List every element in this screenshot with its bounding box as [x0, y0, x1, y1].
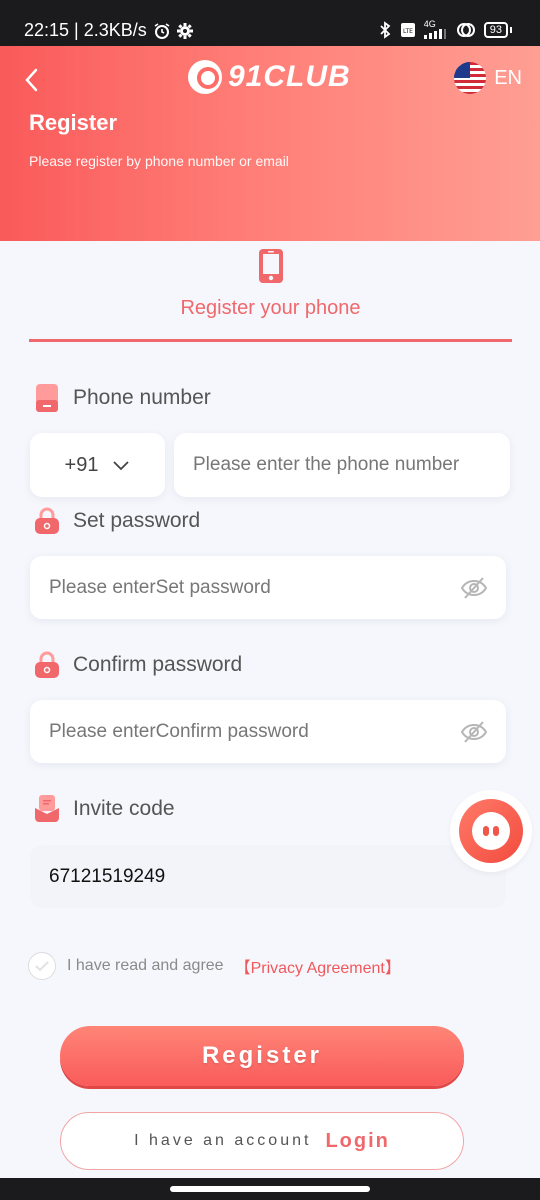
confirm-input-box — [30, 700, 506, 763]
password-input-box — [30, 556, 506, 619]
lock-icon — [35, 507, 59, 534]
chevron-left-icon — [25, 68, 38, 92]
have-account-text: I have an account — [134, 1132, 312, 1149]
phone-number-label-text: Phone number — [73, 386, 211, 409]
svg-text:LTE: LTE — [403, 28, 413, 35]
volte-icon: LTE — [400, 22, 416, 38]
lock-icon — [35, 651, 59, 678]
hotspot-icon — [456, 21, 476, 39]
alarm-icon — [153, 22, 171, 40]
country-code-select[interactable]: +91 — [30, 433, 165, 497]
invite-code-label-text: Invite code — [73, 797, 175, 820]
confirm-password-label: Confirm password — [33, 650, 242, 680]
status-time-speed: 22:15 | 2.3KB/s — [24, 20, 147, 40]
set-password-label-text: Set password — [73, 509, 201, 532]
eye-off-icon[interactable] — [460, 720, 488, 744]
settings-icon — [176, 22, 193, 39]
invite-input-box — [30, 845, 506, 908]
language-label: EN — [494, 66, 522, 89]
phone-input-box — [174, 433, 510, 497]
login-label: Login — [325, 1129, 390, 1152]
chat-face-icon — [472, 812, 510, 850]
phone-icon — [258, 249, 283, 283]
check-icon — [35, 961, 49, 972]
header: 91CLUB EN Register Please register by ph… — [0, 46, 540, 241]
invite-code-label: Invite code — [33, 794, 175, 824]
login-button[interactable]: I have an account Login — [60, 1112, 464, 1170]
network-type: 4G — [423, 19, 436, 29]
tab-label: Register your phone — [180, 297, 361, 319]
phone-number-input[interactable] — [193, 454, 510, 476]
brand-name: 91CLUB — [228, 60, 351, 93]
agree-text: I have read and agree — [67, 957, 224, 974]
agree-checkbox[interactable] — [28, 952, 56, 980]
set-password-input[interactable] — [49, 576, 460, 599]
register-button[interactable]: Register — [60, 1026, 464, 1086]
battery-tip — [510, 26, 512, 33]
phone-field-icon — [36, 384, 58, 412]
phone-number-label: Phone number — [33, 383, 211, 413]
back-button[interactable] — [20, 64, 44, 96]
battery-icon: 93 — [483, 21, 508, 38]
country-code-value: +91 — [64, 453, 99, 476]
logo-mark-icon — [188, 60, 222, 94]
eye-off-icon[interactable] — [460, 576, 488, 600]
confirm-password-label-text: Confirm password — [73, 653, 243, 676]
system-nav-bar — [0, 1178, 540, 1200]
agreement-row: I have read and agree 【Privacy Agreement… — [28, 952, 401, 980]
brand-logo: 91CLUB — [188, 60, 351, 94]
bluetooth-icon — [378, 20, 392, 39]
confirm-password-input[interactable] — [49, 720, 460, 743]
signal-icon: 4G — [423, 19, 448, 39]
chevron-down-icon — [113, 461, 130, 471]
language-selector[interactable]: EN — [454, 62, 522, 94]
page-title: Register — [29, 110, 118, 135]
us-flag-icon — [454, 62, 487, 94]
invite-code-input[interactable] — [49, 865, 506, 888]
battery-level: 93 — [489, 23, 502, 36]
set-password-label: Set password — [33, 506, 200, 536]
tab-register-phone[interactable]: Register your phone — [29, 248, 512, 342]
customer-service-button[interactable] — [450, 790, 532, 872]
page-subtitle: Please register by phone number or email — [29, 153, 289, 169]
status-bar: 22:15 | 2.3KB/s LTE 4G 93 — [0, 0, 540, 46]
home-gesture-handle[interactable] — [170, 1186, 370, 1192]
tab-active-indicator — [29, 339, 512, 342]
privacy-agreement-link[interactable]: 【Privacy Agreement】 — [235, 954, 401, 978]
chat-bubble-icon — [459, 799, 523, 863]
invite-icon — [35, 795, 59, 822]
